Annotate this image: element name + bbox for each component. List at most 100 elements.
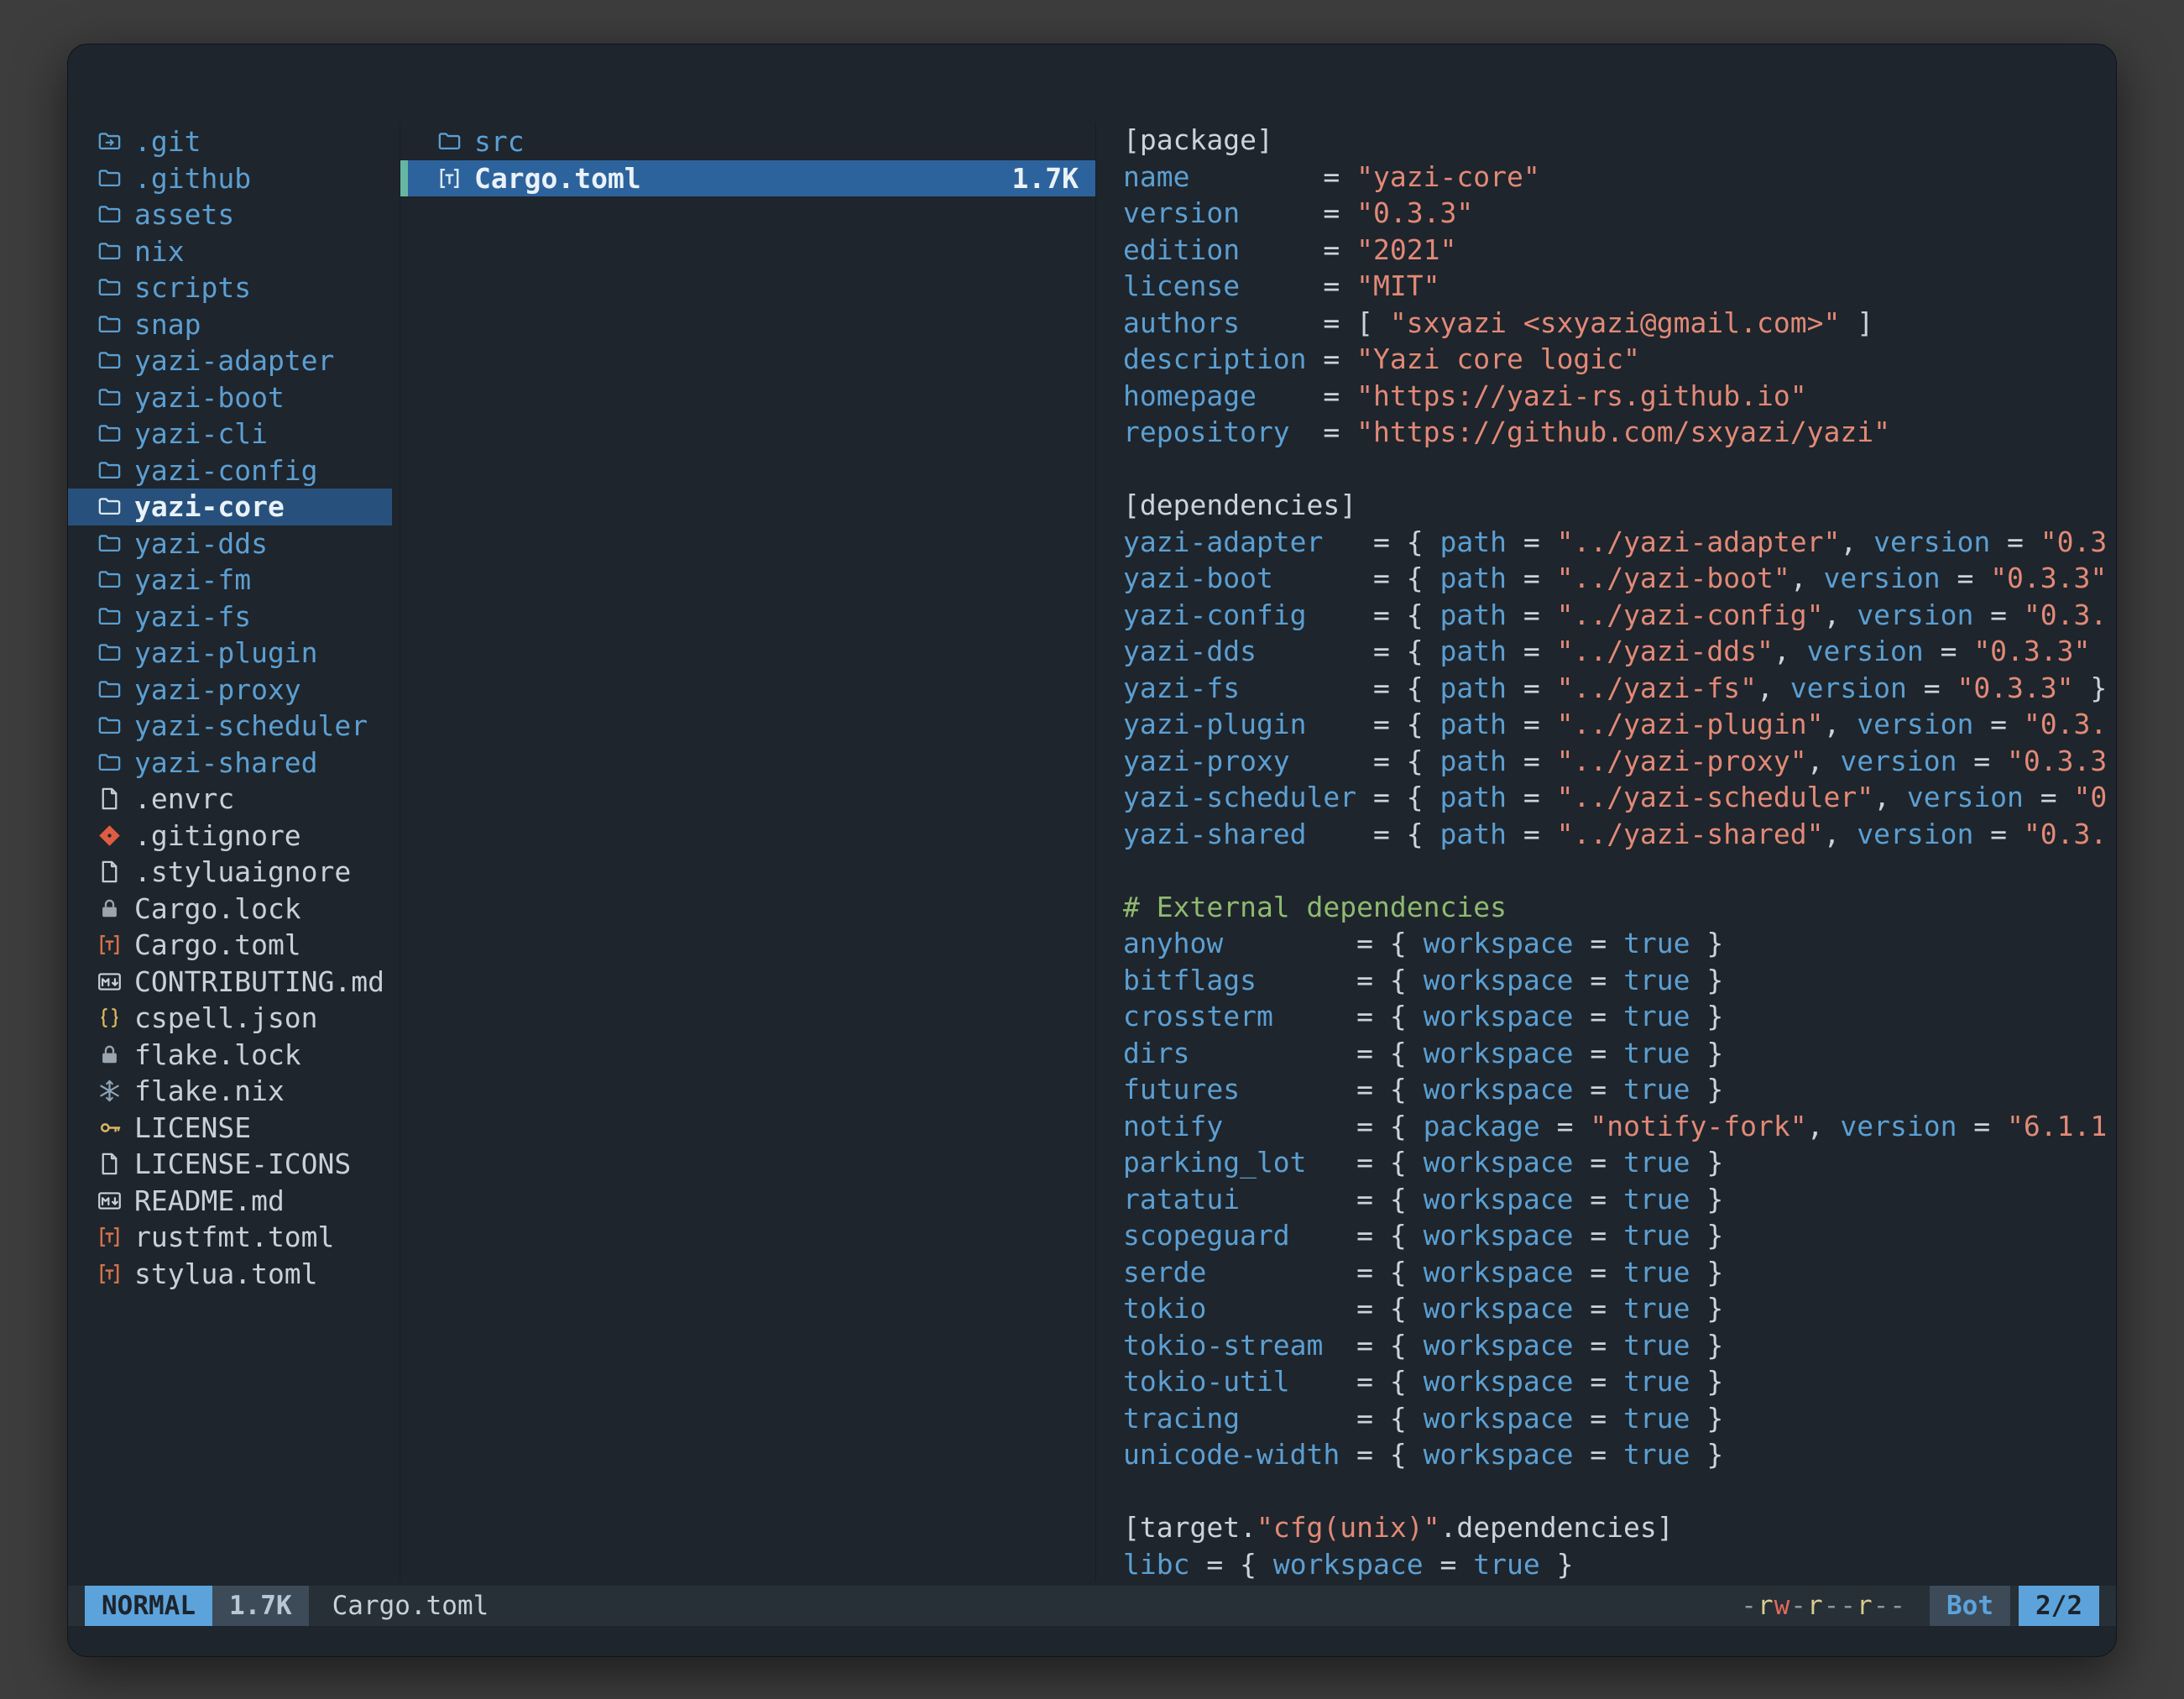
entry-label: yazi-boot: [134, 381, 285, 414]
entry-label: flake.lock: [134, 1038, 301, 1071]
dir-row[interactable]: snap: [68, 306, 392, 343]
preview-line: [package]: [1123, 123, 2116, 160]
preview-line: yazi-config = { path = "../yazi-config",…: [1123, 599, 2116, 635]
entry-label: .styluaignore: [134, 855, 351, 888]
file-row[interactable]: flake.lock: [68, 1037, 392, 1074]
file-row[interactable]: Cargo.toml: [68, 927, 392, 964]
dir-row[interactable]: yazi-dds: [68, 525, 392, 562]
preview-line: tokio = { workspace = true }: [1123, 1292, 2116, 1329]
file-row[interactable]: stylua.toml: [68, 1256, 392, 1293]
toml-icon: [431, 165, 468, 191]
file-row[interactable]: rustfmt.toml: [68, 1219, 392, 1256]
preview-line: license = "MIT": [1123, 269, 2116, 306]
file-row[interactable]: CONTRIBUTING.md: [68, 964, 392, 1001]
file-counter-badge: 2/2: [2019, 1586, 2099, 1626]
toml-icon: [91, 1261, 128, 1287]
file-size-badge: 1.7K: [212, 1586, 309, 1626]
entry-label: yazi-dds: [134, 527, 268, 560]
preview-line: yazi-boot = { path = "../yazi-boot", ver…: [1123, 562, 2116, 599]
preview-line: parking_lot = { workspace = true }: [1123, 1146, 2116, 1183]
dir-row[interactable]: yazi-core: [68, 489, 392, 525]
dir-row[interactable]: yazi-plugin: [68, 635, 392, 672]
preview-line: version = "0.3.3": [1123, 196, 2116, 233]
file-row[interactable]: Cargo.toml 1.7K: [400, 160, 1095, 197]
entry-label: src: [474, 125, 525, 158]
nix-icon: [91, 1078, 128, 1104]
dir-row[interactable]: yazi-adapter: [68, 342, 392, 379]
preview-line: yazi-scheduler = { path = "../yazi-sched…: [1123, 781, 2116, 818]
dir-row[interactable]: yazi-fs: [68, 599, 392, 635]
preview-line: ratatui = { workspace = true }: [1123, 1183, 2116, 1220]
file-row[interactable]: LICENSE-ICONS: [68, 1146, 392, 1183]
file-row[interactable]: README.md: [68, 1183, 392, 1220]
dir-row[interactable]: yazi-proxy: [68, 672, 392, 708]
preview-line: description = "Yazi core logic": [1123, 342, 2116, 379]
folder-icon: [91, 713, 128, 739]
folder-icon: [91, 567, 128, 593]
git-folder-icon: [91, 128, 128, 154]
file-row[interactable]: Cargo.lock: [68, 891, 392, 928]
folder-icon: [91, 677, 128, 703]
file-row[interactable]: flake.nix: [68, 1073, 392, 1110]
mode-indicator: NORMAL: [85, 1586, 212, 1626]
dir-row[interactable]: yazi-config: [68, 452, 392, 489]
preview-line: repository = "https://github.com/sxyazi/…: [1123, 416, 2116, 452]
file-row[interactable]: .styluaignore: [68, 854, 392, 891]
folder-icon: [431, 128, 468, 154]
status-bar: NORMAL 1.7K Cargo.toml -rw-r--r-- Bot 2/…: [68, 1586, 2116, 1626]
preview-line: yazi-adapter = { path = "../yazi-adapter…: [1123, 525, 2116, 562]
entry-label: yazi-shared: [134, 746, 318, 779]
file-row[interactable]: LICENSE: [68, 1110, 392, 1147]
dir-row[interactable]: .git: [68, 123, 392, 160]
entry-label: yazi-core: [134, 490, 285, 523]
preview-line: scopeguard = { workspace = true }: [1123, 1219, 2116, 1256]
entry-label: .git: [134, 125, 201, 158]
preview-line: notify = { package = "notify-fork", vers…: [1123, 1110, 2116, 1147]
folder-icon: [91, 311, 128, 337]
entry-label: yazi-plugin: [134, 636, 318, 669]
preview-line: name = "yazi-core": [1123, 160, 2116, 197]
json-icon: [91, 1005, 128, 1031]
dir-row[interactable]: yazi-boot: [68, 379, 392, 416]
dir-row[interactable]: yazi-scheduler: [68, 708, 392, 745]
file-icon: [91, 786, 128, 812]
preview-line: bitflags = { workspace = true }: [1123, 964, 2116, 1001]
file-row[interactable]: .gitignore: [68, 818, 392, 855]
folder-icon: [91, 274, 128, 301]
preview-line: [dependencies]: [1123, 489, 2116, 525]
preview-line: yazi-shared = { path = "../yazi-shared",…: [1123, 818, 2116, 855]
preview-line: anyhow = { workspace = true }: [1123, 927, 2116, 964]
yazi-terminal-window: .git.githubassetsnixscriptssnapyazi-adap…: [67, 44, 2117, 1657]
entry-label: LICENSE-ICONS: [134, 1147, 351, 1180]
entry-label: assets: [134, 198, 234, 231]
dir-row[interactable]: yazi-cli: [68, 416, 392, 452]
lock-icon: [91, 896, 128, 922]
entry-label: README.md: [134, 1184, 285, 1217]
preview-line: edition = "2021": [1123, 233, 2116, 270]
dir-row[interactable]: assets: [68, 196, 392, 233]
folder-icon: [91, 640, 128, 666]
folder-icon: [91, 348, 128, 374]
dir-row[interactable]: yazi-shared: [68, 745, 392, 782]
entry-label: scripts: [134, 271, 251, 304]
file-icon: [91, 1151, 128, 1177]
file-row[interactable]: .envrc: [68, 781, 392, 818]
folder-icon: [91, 421, 128, 447]
folder-icon: [91, 494, 128, 520]
dir-row[interactable]: scripts: [68, 269, 392, 306]
entry-label: yazi-fs: [134, 600, 251, 633]
entry-label: Cargo.toml: [474, 162, 641, 195]
entry-label: yazi-cli: [134, 417, 268, 450]
entry-label: Cargo.toml: [134, 928, 301, 961]
preview-line: homepage = "https://yazi-rs.github.io": [1123, 379, 2116, 416]
dir-row[interactable]: nix: [68, 233, 392, 270]
entry-label: yazi-fm: [134, 563, 251, 596]
license-icon: [91, 1115, 128, 1141]
dir-row[interactable]: yazi-fm: [68, 562, 392, 599]
entry-label: Cargo.lock: [134, 892, 301, 925]
entry-size: 1.7K: [1012, 162, 1079, 195]
file-row[interactable]: cspell.json: [68, 1000, 392, 1037]
folder-icon: [91, 750, 128, 776]
dir-row[interactable]: src: [400, 123, 1095, 160]
dir-row[interactable]: .github: [68, 160, 392, 197]
